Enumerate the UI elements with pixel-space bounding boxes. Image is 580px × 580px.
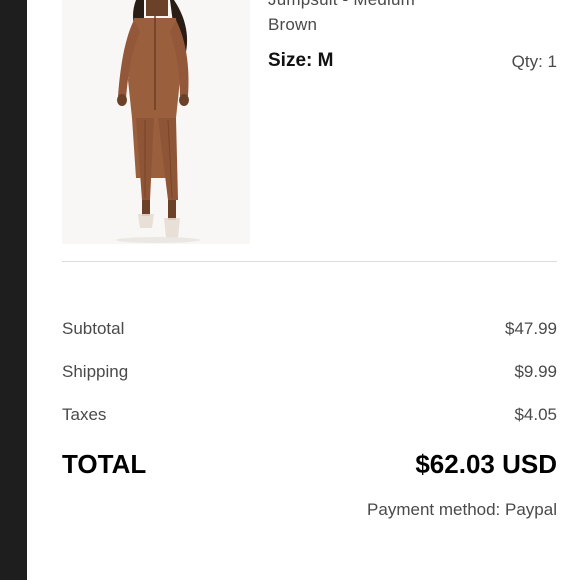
payment-method: Payment method: Paypal — [367, 500, 557, 519]
section-divider — [62, 261, 557, 262]
shipping-label: Shipping — [62, 362, 129, 381]
subtotal-value: $47.99 — [505, 319, 557, 338]
total-label: TOTAL — [62, 449, 147, 479]
total-row: TOTAL $62.03 USD — [62, 449, 557, 481]
shipping-row: Shipping $9.99 — [62, 362, 557, 386]
taxes-label: Taxes — [62, 405, 107, 424]
product-image[interactable] — [62, 0, 250, 244]
subtotal-row: Subtotal $47.99 — [62, 319, 557, 343]
product-title-line-2[interactable]: Brown — [268, 15, 317, 35]
product-size: Size: M — [268, 50, 334, 71]
product-photo-illustration — [62, 0, 250, 244]
shipping-value: $9.99 — [514, 362, 557, 381]
product-title-line-1[interactable]: Jumpsuit - Medium — [268, 0, 415, 10]
taxes-row: Taxes $4.05 — [62, 405, 557, 429]
taxes-value: $4.05 — [514, 405, 557, 424]
subtotal-label: Subtotal — [62, 319, 125, 338]
product-quantity: Qty: 1 — [511, 52, 557, 71]
total-value: $62.03 USD — [415, 449, 557, 479]
